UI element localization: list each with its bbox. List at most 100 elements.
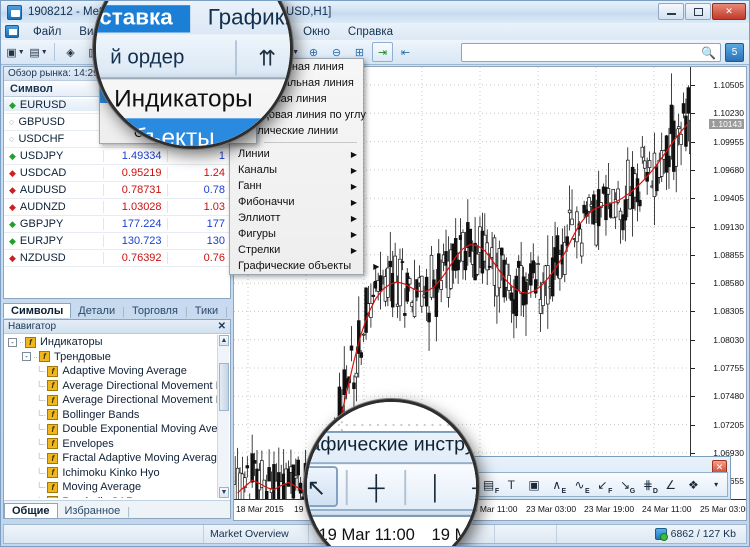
scroll-down-icon[interactable]: ▼ xyxy=(219,487,229,498)
tab-favorites[interactable]: Избранное xyxy=(58,504,128,518)
andrews-pitchfork-icon: ⋕ D xyxy=(642,477,658,495)
symbol-cell[interactable]: ◆ USDJPY xyxy=(4,150,103,162)
tree-item[interactable]: └·· f Double Exponential Moving Aver xyxy=(4,422,230,437)
symbol-label: USDJPY xyxy=(19,150,64,162)
table-row[interactable]: ◆ USDCAD 0.95219 1.24 xyxy=(4,165,230,182)
scrollbar-thumb[interactable] xyxy=(219,363,229,411)
expander-icon[interactable]: - xyxy=(22,352,31,362)
search-go-button[interactable]: 5 xyxy=(725,43,744,62)
menu-item-8[interactable]: Ганн ▶ xyxy=(230,178,363,194)
market-watch-button[interactable]: ◈ xyxy=(60,42,81,62)
menu-label: Индикаторы xyxy=(114,85,253,113)
chart-shift-icon: ⇤ xyxy=(400,46,411,59)
menu-item-insert[interactable]: Вставка xyxy=(96,4,191,32)
symbol-cell[interactable]: ○ GBPUSD xyxy=(4,116,103,128)
angle-tool[interactable]: ∠ xyxy=(660,474,682,495)
axis-tick xyxy=(691,254,695,256)
tree-item[interactable]: └·· f Average Directional Movement I xyxy=(4,393,230,408)
table-row[interactable]: ◆ NZDUSD 0.76392 0.76 xyxy=(4,250,230,267)
elliott-correction-tool[interactable]: ∿ E xyxy=(569,474,591,495)
auto-scroll-button[interactable]: ⇥ xyxy=(372,42,393,62)
table-row[interactable]: ◆ AUDNZD 1.03028 1.03 xyxy=(4,199,230,216)
menu-item-objects[interactable]: Объекты ▶ xyxy=(96,118,290,146)
menu-item-13[interactable]: Графические объекты ▶ xyxy=(230,258,379,274)
tree-item[interactable]: └·· f Ichimoku Kinko Hyo xyxy=(4,466,230,481)
table-row[interactable]: ◆ GBPJPY 177.224 177 xyxy=(4,216,230,233)
new-chart-button[interactable]: ▣ ▼ xyxy=(5,42,26,62)
indicator-icon: f xyxy=(47,365,59,377)
horizontal-line-tool[interactable]: ─ xyxy=(459,466,476,507)
profiles-button[interactable]: ▤ ▼ xyxy=(28,42,49,62)
symbol-cell[interactable]: ◆ AUDNZD xyxy=(4,201,103,213)
tree-item[interactable]: └·· f Envelopes xyxy=(4,437,230,452)
symbol-cell[interactable]: ◆ USDCAD xyxy=(4,167,103,179)
chart-shift-button[interactable]: ⇤ xyxy=(395,42,416,62)
symbol-cell[interactable]: ◆ AUDUSD xyxy=(4,184,103,196)
bar-chart-button[interactable]: ⇈ xyxy=(247,38,288,77)
label-tool[interactable]: ▣ xyxy=(523,474,545,495)
tab-symbols[interactable]: Символы xyxy=(3,303,72,318)
magnifier-lens-tools: 1908212 - MetaQuotes-Demo - Дем [EURUSD,… xyxy=(304,399,479,546)
menu-item-file[interactable]: Файл xyxy=(24,25,70,39)
andrews-pitchfork-tool[interactable]: ⋕ D xyxy=(637,474,659,495)
table-row[interactable]: ◆ AUDUSD 0.78731 0.78 xyxy=(4,182,230,199)
elliott-impulse-tool[interactable]: ∧ E xyxy=(546,474,568,495)
symbol-cell[interactable]: ◆ GBPJPY xyxy=(4,218,103,230)
column-symbol[interactable]: Символ xyxy=(4,83,104,95)
menu-item-12[interactable]: Стрелки ▶ xyxy=(230,242,363,258)
tree-item[interactable]: └··fParabolic SAR xyxy=(4,495,230,498)
indicator-icon: f xyxy=(47,423,59,435)
tool-separator xyxy=(405,469,407,505)
menu-item-11[interactable]: Фигуры ▶ xyxy=(230,226,363,242)
tree-item[interactable]: └·· f Adaptive Moving Average xyxy=(4,364,230,379)
tree-item[interactable]: └·· f Bollinger Bands xyxy=(4,408,230,423)
tree-item[interactable]: └·· f Average Directional Movement I xyxy=(4,379,230,394)
symbol-cell[interactable]: ○ USDCHF xyxy=(4,133,103,145)
crosshair-tool[interactable]: ┼ xyxy=(355,466,397,507)
close-icon[interactable]: ✕ xyxy=(218,321,226,332)
horizontal-line-icon: ─ xyxy=(472,473,476,500)
table-row[interactable]: ◆ EURJPY 130.723 130 xyxy=(4,233,230,250)
vertical-line-tool[interactable]: │ xyxy=(415,466,457,507)
symbol-cell[interactable]: ◆ EURJPY xyxy=(4,235,103,247)
fibo-expansion-tool[interactable]: ↙ F xyxy=(591,474,613,495)
price-axis[interactable]: 1.10505 1.10230 1.09955 1.09680 1.09405 1.091… xyxy=(690,67,746,499)
tab-trade[interactable]: Торговля xyxy=(125,304,185,318)
new-order-button[interactable]: й ордер xyxy=(104,46,225,69)
time-axis[interactable]: 18 Mar 201519 Mar 03:0019 Mar 11:0019 Ma… xyxy=(307,514,476,546)
maximize-button[interactable] xyxy=(685,3,711,20)
tree-item[interactable]: └·· f Moving Average xyxy=(4,480,230,495)
tab-details[interactable]: Детали xyxy=(71,304,122,318)
bid-cell: 130.723 xyxy=(103,235,166,247)
close-button[interactable]: ✕ xyxy=(712,3,746,20)
menu-item-10[interactable]: Эллиотт ▶ xyxy=(230,210,363,226)
table-row[interactable]: ◆ USDJPY 1.49334 1 xyxy=(4,148,230,165)
tree-line: └·· xyxy=(36,482,46,493)
tree-item[interactable]: - ·· f Трендовые xyxy=(4,350,230,365)
minimize-button[interactable] xyxy=(658,3,684,20)
menu-item-window[interactable]: Окно xyxy=(294,25,339,39)
scroll-up-icon[interactable]: ▲ xyxy=(219,335,229,346)
tab-common[interactable]: Общие xyxy=(4,503,58,518)
expander-icon[interactable]: - xyxy=(8,337,17,347)
shapes-dropdown-button[interactable]: ▾ xyxy=(705,474,727,495)
fibonacci-tool[interactable]: ▤ F xyxy=(478,474,500,495)
shapes-tool[interactable]: ❖ xyxy=(683,474,705,495)
symbol-cell[interactable]: ◆ EURUSD xyxy=(4,99,104,111)
menu-item-7[interactable]: Каналы ▶ xyxy=(230,162,363,178)
tree-item[interactable]: - ·· f Индикаторы xyxy=(4,335,230,350)
menu-item-indicators[interactable]: Индикаторы ▶ xyxy=(96,79,290,118)
search-input[interactable]: 🔍 xyxy=(461,43,721,62)
navigator-scrollbar[interactable]: ▲ ▼ xyxy=(217,335,229,498)
tree-item[interactable]: └·· f Fractal Adaptive Moving Average xyxy=(4,451,230,466)
tab-ticks[interactable]: Тики xyxy=(188,304,225,318)
menu-item-charts[interactable]: Графики xyxy=(190,4,290,31)
cursor-tool[interactable]: ↖ xyxy=(307,466,338,508)
menu-item-help[interactable]: Справка xyxy=(339,25,402,39)
menu-item-6[interactable]: Линии ▶ xyxy=(230,146,363,162)
menu-item-9[interactable]: Фибоначчи ▶ xyxy=(230,194,363,210)
symbol-cell[interactable]: ◆ NZDUSD xyxy=(4,252,103,264)
graphical-tools-buttons: ↖┼│─╱▤FT▣∧E∿E↙F↘G⋕D∠❖▾ xyxy=(307,462,476,511)
gann-fan-tool[interactable]: ↘ G xyxy=(614,474,636,495)
text-tool[interactable]: T xyxy=(500,474,522,495)
